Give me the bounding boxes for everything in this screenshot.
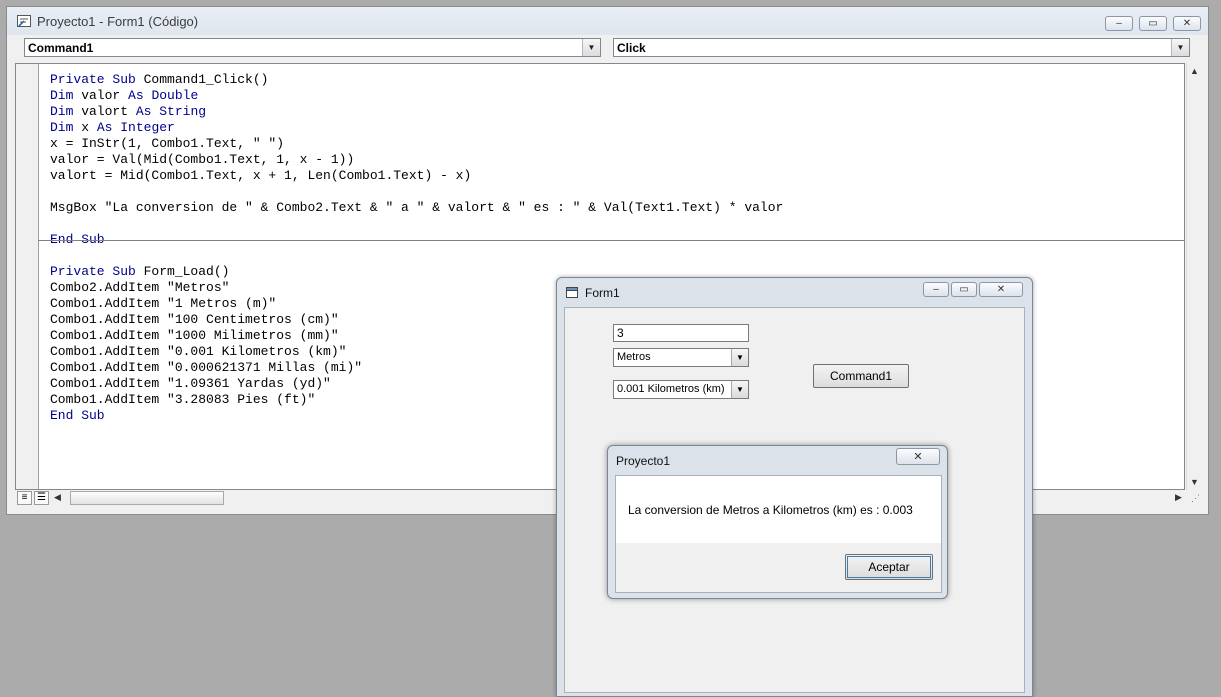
code-window-icon (17, 15, 31, 27)
chevron-down-icon[interactable]: ▼ (582, 39, 600, 56)
code-line[interactable]: Dim x As Integer (50, 120, 175, 136)
chevron-down-icon[interactable]: ▼ (1171, 39, 1189, 56)
code-line[interactable]: Combo1.AddItem "3.28083 Pies (ft)" (50, 392, 315, 408)
combo1-select[interactable]: 0.001 Kilometros (km) ▼ (613, 380, 749, 399)
scroll-right-icon[interactable]: ▶ (1175, 492, 1182, 503)
scroll-left-icon[interactable]: ◀ (54, 492, 61, 503)
msgbox-close-button[interactable]: ✕ (896, 448, 940, 465)
code-line[interactable]: Combo2.AddItem "Metros" (50, 280, 229, 296)
code-window-titlebar[interactable]: Proyecto1 - Form1 (Código) – ▭ ✕ (7, 7, 1208, 35)
close-button[interactable]: ✕ (1173, 16, 1201, 31)
code-line[interactable]: Combo1.AddItem "1.09361 Yardas (yd)" (50, 376, 331, 392)
code-margin[interactable] (16, 64, 39, 489)
scroll-down-icon[interactable]: ▼ (1190, 477, 1199, 487)
code-line[interactable]: Dim valor As Double (50, 88, 198, 104)
procedure-separator (38, 240, 1184, 241)
minimize-icon: – (933, 283, 939, 295)
msgbox-dialog: Proyecto1 ✕ La conversion de Metros a Ki… (607, 445, 948, 599)
msgbox-title: Proyecto1 (616, 454, 671, 468)
maximize-icon: ▭ (1148, 17, 1158, 29)
code-line[interactable]: Combo1.AddItem "100 Centimetros (cm)" (50, 312, 339, 328)
procedure-view-icon[interactable]: ≡ (17, 491, 32, 505)
form1-close-button[interactable]: ✕ (979, 282, 1023, 297)
command1-button[interactable]: Command1 (813, 364, 909, 388)
ok-button[interactable]: Aceptar (845, 554, 933, 580)
code-line[interactable]: MsgBox "La conversion de " & Combo2.Text… (50, 200, 783, 216)
combo2-value: Metros (617, 351, 651, 363)
form1-title: Form1 (585, 286, 620, 300)
code-line[interactable]: Combo1.AddItem "0.000621371 Millas (mi)" (50, 360, 362, 376)
code-line[interactable]: Combo1.AddItem "0.001 Kilometros (km)" (50, 344, 346, 360)
chevron-down-icon[interactable]: ▼ (731, 349, 748, 366)
form1-minimize-button[interactable]: – (923, 282, 949, 297)
close-icon: ✕ (913, 451, 923, 463)
procedure-combo[interactable]: Click ▼ (613, 38, 1190, 57)
close-icon: ✕ (1182, 17, 1192, 29)
code-line[interactable]: Combo1.AddItem "1 Metros (m)" (50, 296, 276, 312)
procedure-combo-value: Click (617, 41, 646, 55)
object-combo-value: Command1 (28, 41, 94, 55)
code-line[interactable]: Combo1.AddItem "1000 Milimetros (mm)" (50, 328, 339, 344)
chevron-down-icon[interactable]: ▼ (731, 381, 748, 398)
code-line[interactable]: Private Sub Command1_Click() (50, 72, 268, 88)
object-combo[interactable]: Command1 ▼ (24, 38, 601, 57)
scroll-up-icon[interactable]: ▲ (1190, 66, 1199, 76)
code-line[interactable]: Private Sub Form_Load() (50, 264, 229, 280)
code-line[interactable]: End Sub (50, 408, 105, 424)
full-module-view-icon[interactable]: ☰ (34, 491, 49, 505)
form-icon (566, 287, 578, 298)
msgbox-message: La conversion de Metros a Kilometros (km… (628, 503, 913, 517)
msgbox-message-panel: La conversion de Metros a Kilometros (km… (616, 476, 941, 543)
msgbox-client-area: La conversion de Metros a Kilometros (km… (615, 475, 942, 593)
resize-grip-icon[interactable]: ⋰ (1191, 493, 1200, 504)
form1-maximize-button[interactable]: ▭ (951, 282, 977, 297)
maximize-button[interactable]: ▭ (1139, 16, 1167, 31)
code-window-title: Proyecto1 - Form1 (Código) (37, 14, 199, 29)
maximize-icon: ▭ (959, 283, 969, 295)
combo1-value: 0.001 Kilometros (km) (617, 383, 725, 395)
code-line[interactable]: valor = Val(Mid(Combo1.Text, 1, x - 1)) (50, 152, 354, 168)
horizontal-scrollbar-thumb[interactable] (70, 491, 224, 505)
combo2-select[interactable]: Metros ▼ (613, 348, 749, 367)
code-line[interactable]: Dim valort As String (50, 104, 206, 120)
text1-input[interactable]: 3 (613, 324, 749, 342)
code-line[interactable]: valort = Mid(Combo1.Text, x + 1, Len(Com… (50, 168, 471, 184)
close-icon: ✕ (996, 283, 1006, 295)
minimize-button[interactable]: – (1105, 16, 1133, 31)
minimize-icon: – (1116, 17, 1122, 29)
code-line[interactable]: x = InStr(1, Combo1.Text, " ") (50, 136, 284, 152)
vertical-scrollbar[interactable]: ▲ ▼ (1186, 63, 1204, 490)
